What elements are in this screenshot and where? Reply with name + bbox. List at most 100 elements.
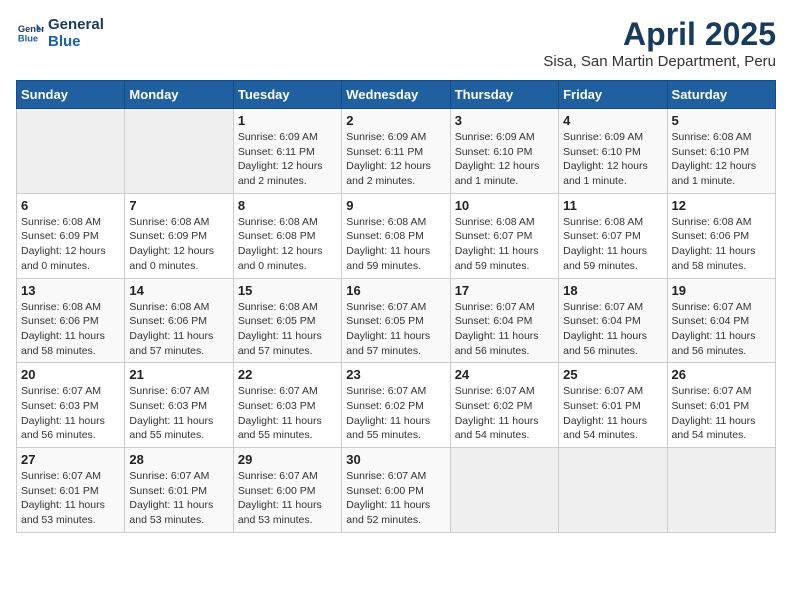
calendar-cell: 1 Sunrise: 6:09 AM Sunset: 6:11 PM Daylig…: [233, 109, 341, 194]
day-number: 1: [238, 113, 337, 128]
weekday-header: Tuesday: [233, 81, 341, 109]
calendar-header: SundayMondayTuesdayWednesdayThursdayFrid…: [17, 81, 776, 109]
calendar-cell: 12 Sunrise: 6:08 AM Sunset: 6:06 PM Dayli…: [667, 193, 775, 278]
page-header: General Blue General Blue April 2025 Sis…: [16, 16, 776, 70]
calendar-week-row: 13Sunrise: 6:08 AM Sunset: 6:06 PM Dayli…: [17, 278, 776, 363]
calendar-week-row: 20 Sunrise: 6:07 AM Sunset: 6:03 PM Dayli…: [17, 363, 776, 448]
calendar-cell: 7 Sunrise: 6:08 AM Sunset: 6:09 PM Daylig…: [125, 193, 233, 278]
day-detail: Sunrise: 6:07 AM Sunset: 6:00 PM Dayligh…: [346, 469, 445, 528]
day-number: 17: [455, 283, 554, 298]
calendar-cell: 19 Sunrise: 6:07 AM Sunset: 6:04 PM Dayli…: [667, 278, 775, 363]
weekday-header: Saturday: [667, 81, 775, 109]
calendar-cell: 6Sunrise: 6:08 AM Sunset: 6:09 PM Daylig…: [17, 193, 125, 278]
day-detail: Sunrise: 6:07 AM Sunset: 6:05 PM Dayligh…: [346, 300, 445, 359]
day-detail: Sunrise: 6:07 AM Sunset: 6:01 PM Dayligh…: [129, 469, 228, 528]
day-detail: Sunrise: 6:07 AM Sunset: 6:02 PM Dayligh…: [455, 384, 554, 443]
day-detail: Sunrise: 6:09 AM Sunset: 6:11 PM Dayligh…: [346, 130, 445, 189]
calendar-body: 1 Sunrise: 6:09 AM Sunset: 6:11 PM Daylig…: [17, 109, 776, 533]
day-detail: Sunrise: 6:07 AM Sunset: 6:04 PM Dayligh…: [563, 300, 662, 359]
calendar-week-row: 27 Sunrise: 6:07 AM Sunset: 6:01 PM Dayli…: [17, 448, 776, 533]
weekday-header: Monday: [125, 81, 233, 109]
day-number: 22: [238, 367, 337, 382]
calendar-cell: 15Sunrise: 6:08 AM Sunset: 6:05 PM Dayli…: [233, 278, 341, 363]
calendar-cell: 5Sunrise: 6:08 AM Sunset: 6:10 PM Daylig…: [667, 109, 775, 194]
calendar-cell: [559, 448, 667, 533]
logo-line2: Blue: [48, 33, 104, 50]
calendar-cell: 24 Sunrise: 6:07 AM Sunset: 6:02 PM Dayli…: [450, 363, 558, 448]
day-number: 3: [455, 113, 554, 128]
calendar-cell: [17, 109, 125, 194]
calendar-cell: 10Sunrise: 6:08 AM Sunset: 6:07 PM Dayli…: [450, 193, 558, 278]
title-block: April 2025 Sisa, San Martin Department, …: [543, 16, 776, 70]
calendar-cell: 22 Sunrise: 6:07 AM Sunset: 6:03 PM Dayli…: [233, 363, 341, 448]
calendar-cell: [667, 448, 775, 533]
day-detail: Sunrise: 6:07 AM Sunset: 6:04 PM Dayligh…: [672, 300, 771, 359]
day-number: 4: [563, 113, 662, 128]
day-number: 5: [672, 113, 771, 128]
calendar-cell: 16 Sunrise: 6:07 AM Sunset: 6:05 PM Dayli…: [342, 278, 450, 363]
weekday-header: Wednesday: [342, 81, 450, 109]
logo-icon: General Blue: [16, 19, 44, 47]
day-number: 20: [21, 367, 120, 382]
day-number: 26: [672, 367, 771, 382]
weekday-header: Sunday: [17, 81, 125, 109]
calendar-cell: 23Sunrise: 6:07 AM Sunset: 6:02 PM Dayli…: [342, 363, 450, 448]
calendar-cell: 21 Sunrise: 6:07 AM Sunset: 6:03 PM Dayli…: [125, 363, 233, 448]
day-number: 16: [346, 283, 445, 298]
day-number: 18: [563, 283, 662, 298]
day-number: 25: [563, 367, 662, 382]
calendar-title: April 2025: [543, 16, 776, 53]
calendar-week-row: 1 Sunrise: 6:09 AM Sunset: 6:11 PM Daylig…: [17, 109, 776, 194]
calendar-cell: 30 Sunrise: 6:07 AM Sunset: 6:00 PM Dayli…: [342, 448, 450, 533]
day-number: 27: [21, 452, 120, 467]
day-detail: Sunrise: 6:07 AM Sunset: 6:01 PM Dayligh…: [672, 384, 771, 443]
day-number: 28: [129, 452, 228, 467]
svg-text:Blue: Blue: [18, 33, 38, 43]
day-number: 29: [238, 452, 337, 467]
weekday-header: Thursday: [450, 81, 558, 109]
calendar-subtitle: Sisa, San Martin Department, Peru: [543, 53, 776, 70]
day-detail: Sunrise: 6:09 AM Sunset: 6:10 PM Dayligh…: [563, 130, 662, 189]
calendar-cell: 28 Sunrise: 6:07 AM Sunset: 6:01 PM Dayli…: [125, 448, 233, 533]
calendar-cell: 4 Sunrise: 6:09 AM Sunset: 6:10 PM Daylig…: [559, 109, 667, 194]
day-number: 11: [563, 198, 662, 213]
day-number: 12: [672, 198, 771, 213]
calendar-table: SundayMondayTuesdayWednesdayThursdayFrid…: [16, 80, 776, 533]
day-detail: Sunrise: 6:07 AM Sunset: 6:03 PM Dayligh…: [129, 384, 228, 443]
calendar-cell: 27 Sunrise: 6:07 AM Sunset: 6:01 PM Dayli…: [17, 448, 125, 533]
calendar-cell: 18 Sunrise: 6:07 AM Sunset: 6:04 PM Dayli…: [559, 278, 667, 363]
day-detail: Sunrise: 6:08 AM Sunset: 6:07 PM Dayligh…: [563, 215, 662, 274]
calendar-cell: 20Sunrise: 6:07 AM Sunset: 6:03 PM Dayli…: [17, 363, 125, 448]
calendar-cell: 9 Sunrise: 6:08 AM Sunset: 6:08 PM Daylig…: [342, 193, 450, 278]
weekday-header: Friday: [559, 81, 667, 109]
day-number: 9: [346, 198, 445, 213]
day-number: 8: [238, 198, 337, 213]
day-detail: Sunrise: 6:08 AM Sunset: 6:08 PM Dayligh…: [238, 215, 337, 274]
day-detail: Sunrise: 6:08 AM Sunset: 6:06 PM Dayligh…: [672, 215, 771, 274]
calendar-cell: 2Sunrise: 6:09 AM Sunset: 6:11 PM Daylig…: [342, 109, 450, 194]
day-number: 15: [238, 283, 337, 298]
day-number: 7: [129, 198, 228, 213]
day-detail: Sunrise: 6:07 AM Sunset: 6:00 PM Dayligh…: [238, 469, 337, 528]
calendar-cell: 13Sunrise: 6:08 AM Sunset: 6:06 PM Dayli…: [17, 278, 125, 363]
day-detail: Sunrise: 6:08 AM Sunset: 6:09 PM Dayligh…: [129, 215, 228, 274]
day-number: 30: [346, 452, 445, 467]
day-detail: Sunrise: 6:08 AM Sunset: 6:08 PM Dayligh…: [346, 215, 445, 274]
calendar-cell: 17Sunrise: 6:07 AM Sunset: 6:04 PM Dayli…: [450, 278, 558, 363]
day-detail: Sunrise: 6:07 AM Sunset: 6:03 PM Dayligh…: [238, 384, 337, 443]
day-number: 10: [455, 198, 554, 213]
day-number: 19: [672, 283, 771, 298]
day-detail: Sunrise: 6:09 AM Sunset: 6:11 PM Dayligh…: [238, 130, 337, 189]
calendar-cell: 26 Sunrise: 6:07 AM Sunset: 6:01 PM Dayli…: [667, 363, 775, 448]
day-detail: Sunrise: 6:07 AM Sunset: 6:01 PM Dayligh…: [563, 384, 662, 443]
calendar-cell: [125, 109, 233, 194]
day-number: 24: [455, 367, 554, 382]
day-number: 21: [129, 367, 228, 382]
calendar-cell: 11 Sunrise: 6:08 AM Sunset: 6:07 PM Dayli…: [559, 193, 667, 278]
day-detail: Sunrise: 6:08 AM Sunset: 6:09 PM Dayligh…: [21, 215, 120, 274]
calendar-cell: 3Sunrise: 6:09 AM Sunset: 6:10 PM Daylig…: [450, 109, 558, 194]
logo-line1: General: [48, 16, 104, 33]
calendar-week-row: 6Sunrise: 6:08 AM Sunset: 6:09 PM Daylig…: [17, 193, 776, 278]
day-detail: Sunrise: 6:07 AM Sunset: 6:01 PM Dayligh…: [21, 469, 120, 528]
day-detail: Sunrise: 6:07 AM Sunset: 6:02 PM Dayligh…: [346, 384, 445, 443]
